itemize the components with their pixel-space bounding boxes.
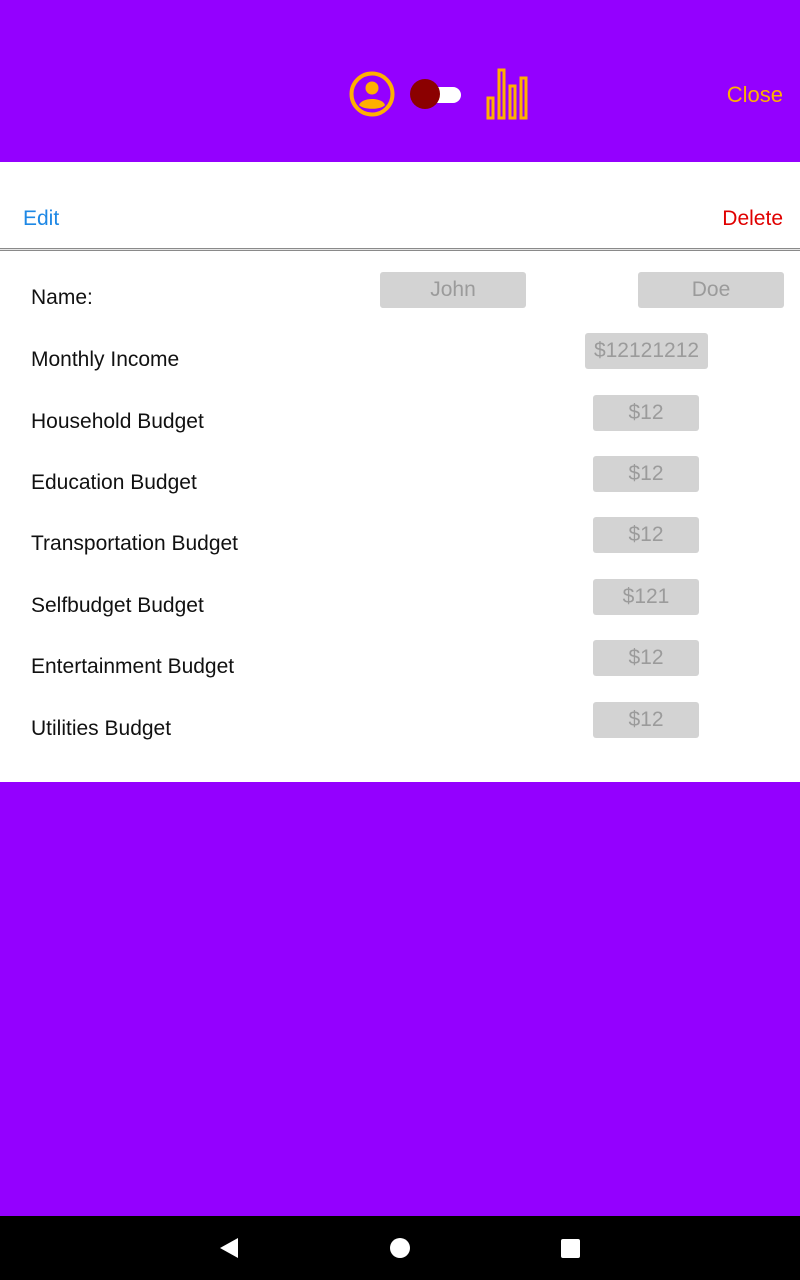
name-label: Name: — [31, 286, 93, 309]
entertainment-budget-label: Entertainment Budget — [31, 655, 235, 678]
first-name-field[interactable]: John — [380, 272, 526, 308]
home-icon[interactable] — [390, 1238, 410, 1258]
budget-row-utilities: Utilities Budget $12 — [0, 702, 800, 742]
income-field[interactable]: $12121212 — [585, 333, 708, 369]
household-budget-field[interactable]: $12 — [593, 395, 699, 431]
budget-panel: Edit Delete Name: John Doe Monthly Incom… — [0, 162, 800, 782]
selfbudget-budget-label: Selfbudget Budget — [31, 594, 204, 617]
transportation-budget-field[interactable]: $12 — [593, 517, 699, 553]
budget-row-education: Education Budget $12 — [0, 456, 800, 496]
close-button[interactable]: Close — [727, 82, 783, 108]
account-circle-icon[interactable] — [348, 70, 396, 118]
budget-row-transportation: Transportation Budget $12 — [0, 517, 800, 557]
last-name-field[interactable]: Doe — [638, 272, 784, 308]
education-budget-field[interactable]: $12 — [593, 456, 699, 492]
bar-chart-icon[interactable] — [486, 66, 534, 122]
budget-row-selfbudget: Selfbudget Budget $121 — [0, 579, 800, 619]
education-budget-label: Education Budget — [31, 471, 197, 494]
budget-row-entertainment: Entertainment Budget $12 — [0, 640, 800, 680]
selfbudget-budget-field[interactable]: $121 — [593, 579, 699, 615]
recent-apps-icon[interactable] — [561, 1239, 580, 1258]
entertainment-budget-field[interactable]: $12 — [593, 640, 699, 676]
toggle-thumb — [410, 79, 440, 109]
toggle-switch[interactable] — [410, 77, 464, 111]
household-budget-label: Household Budget — [31, 410, 204, 433]
transportation-budget-label: Transportation Budget — [31, 532, 239, 555]
name-row: Name: John Doe — [0, 272, 800, 312]
utilities-budget-label: Utilities Budget — [31, 717, 172, 740]
income-label: Monthly Income — [31, 348, 180, 371]
delete-button[interactable]: Delete — [722, 207, 783, 231]
back-icon[interactable] — [220, 1238, 238, 1258]
utilities-budget-field[interactable]: $12 — [593, 702, 699, 738]
divider — [0, 248, 800, 251]
edit-button[interactable]: Edit — [23, 207, 59, 231]
income-row: Monthly Income $12121212 — [0, 333, 800, 373]
budget-row-household: Household Budget $12 — [0, 395, 800, 435]
header-icons — [348, 66, 534, 122]
action-bar: Edit Delete — [0, 162, 800, 248]
top-bar: Close — [0, 0, 800, 162]
system-nav-bar — [0, 1216, 800, 1280]
